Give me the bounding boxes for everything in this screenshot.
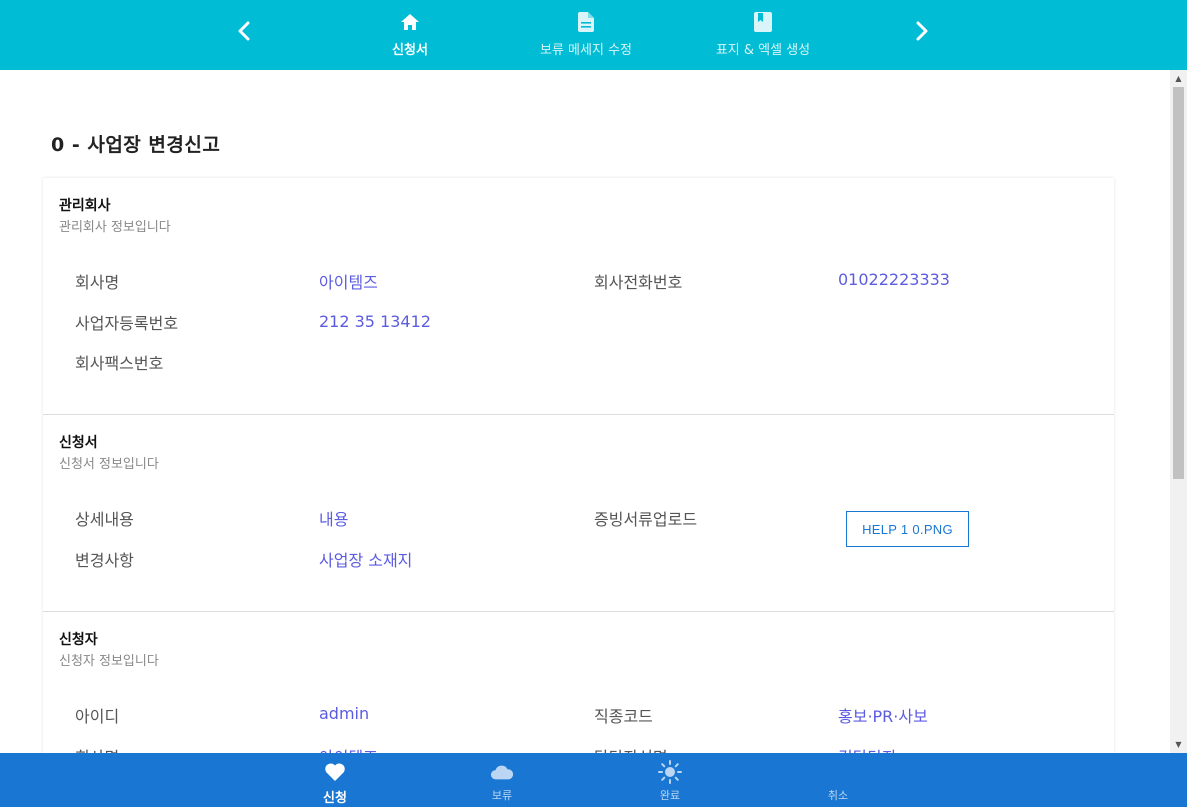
field-value-user-id: admin [319, 704, 370, 723]
vertical-scrollbar[interactable]: ▲ ▼ [1170, 70, 1187, 753]
heart-icon [323, 761, 347, 783]
page-title: 0 - 사업장 변경신고 [51, 134, 221, 156]
section-title: 신청자 [59, 632, 98, 648]
bottom-nav-cancel[interactable]: 취소 [793, 753, 883, 807]
section-subtitle: 관리회사 정보입니다 [59, 220, 171, 235]
scroll-down-icon[interactable]: ▼ [1170, 736, 1187, 753]
field-label-user-id: 아이디 [75, 707, 120, 726]
document-icon [575, 11, 597, 33]
tab-application[interactable]: 신청서 [360, 0, 460, 70]
field-value-company-phone: 01022223333 [838, 270, 950, 289]
bottom-nav-label: 취소 [827, 789, 849, 802]
field-value-changes: 사업장 소재지 [319, 551, 413, 570]
bottom-nav-apply[interactable]: 신청 [290, 753, 380, 807]
chevron-right-icon[interactable] [908, 17, 936, 45]
cloud-icon [490, 761, 514, 783]
section-company: 관리회사 관리회사 정보입니다 회사명 아이템즈 회사전화번호 01022223… [43, 178, 1114, 414]
tab-label: 표지 & 엑셀 생성 [715, 43, 811, 58]
field-label-company-fax: 회사팩스번호 [75, 354, 164, 373]
section-subtitle: 신청서 정보입니다 [59, 457, 159, 472]
bottom-nav-complete[interactable]: 완료 [625, 753, 715, 807]
bottom-nav-label: 신청 [323, 791, 347, 806]
field-label-company-phone: 회사전화번호 [594, 273, 683, 292]
field-label-changes: 변경사항 [75, 551, 134, 570]
chevron-left-icon[interactable] [230, 17, 258, 45]
field-value-job-code: 홍보·PR·사보 [838, 707, 928, 726]
scroll-up-icon[interactable]: ▲ [1170, 70, 1187, 87]
bottom-nav-hold[interactable]: 보류 [457, 753, 547, 807]
field-value-business-reg-number: 212 35 13412 [319, 312, 431, 331]
field-value-detail: 내용 [319, 510, 349, 529]
bottom-nav-label: 완료 [659, 789, 681, 802]
field-label-detail: 상세내용 [75, 510, 134, 529]
tab-label: 보류 메세지 수정 [540, 43, 632, 58]
tab-hold-message-edit[interactable]: 보류 메세지 수정 [516, 0, 656, 70]
top-navigation-bar: 신청서 보류 메세지 수정 표지 & 엑셀 생성 [0, 0, 1187, 70]
section-subtitle: 신청자 정보입니다 [59, 654, 159, 669]
field-label-business-reg-number: 사업자등록번호 [75, 314, 179, 333]
sun-icon [658, 760, 682, 784]
field-label-evidence-upload: 증빙서류업로드 [594, 510, 698, 529]
section-title: 관리회사 [59, 198, 111, 214]
tab-cover-excel-create[interactable]: 표지 & 엑셀 생성 [693, 0, 833, 70]
section-title: 신청서 [59, 435, 98, 451]
detail-card: 관리회사 관리회사 정보입니다 회사명 아이템즈 회사전화번호 01022223… [43, 178, 1114, 778]
field-label-job-code: 직종코드 [594, 707, 653, 726]
book-icon [752, 11, 774, 33]
bottom-navigation-bar: 신청 보류 완료 취소 [0, 753, 1187, 807]
field-label-company-name: 회사명 [75, 273, 120, 292]
section-application: 신청서 신청서 정보입니다 상세내용 내용 증빙서류업로드 HELP 1 0.P… [43, 414, 1114, 611]
field-value-company-name: 아이템즈 [319, 273, 378, 292]
moon-icon [826, 761, 850, 783]
tab-label: 신청서 [392, 43, 428, 58]
evidence-file-button[interactable]: HELP 1 0.PNG [846, 511, 969, 547]
bottom-nav-label: 보류 [491, 789, 513, 802]
home-icon [399, 11, 421, 33]
scroll-thumb[interactable] [1173, 87, 1184, 479]
